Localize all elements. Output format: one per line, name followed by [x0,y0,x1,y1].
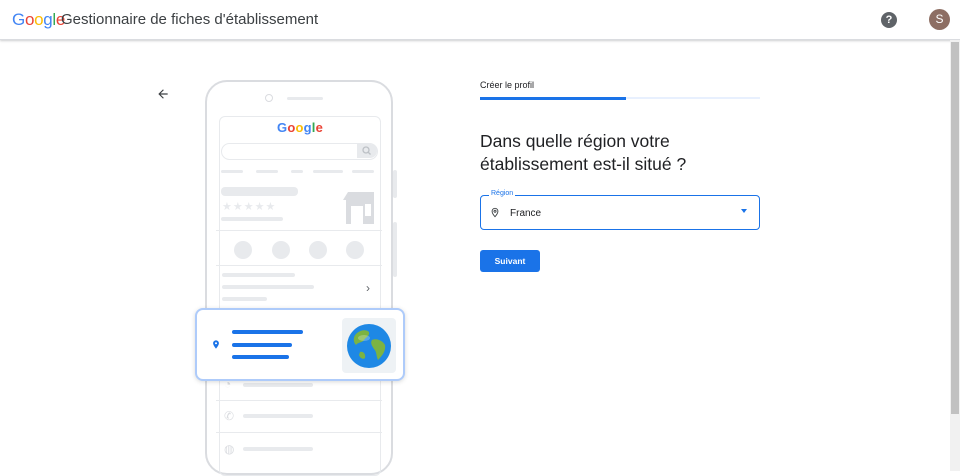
logo-letter: G [12,10,25,29]
next-button[interactable]: Suivant [480,250,540,272]
phone-search-icon [357,144,377,158]
placeholder-bar [222,297,267,301]
progress-fill [480,96,626,100]
top-app-bar: Google Gestionnaire de fiches d'établiss… [0,0,960,40]
placeholder-bar [221,187,298,196]
card-line [232,355,289,359]
chevron-right-icon: › [366,281,370,295]
help-icon[interactable]: ? [881,12,897,28]
divider [216,432,382,433]
save-icon [309,241,327,259]
divider [216,265,382,266]
phone-side-button [393,170,397,198]
rating-stars: ★★★★★ [222,201,277,213]
placeholder-bar [352,170,374,173]
phone-side-button [393,222,397,277]
phone-google-logo: Google [277,120,324,135]
phone-speaker [287,97,323,100]
region-value: France [510,208,542,219]
account-avatar[interactable]: S [929,9,950,30]
step-label: Créer le profil [480,80,535,90]
website-icon [346,241,364,259]
placeholder-bar [291,170,303,173]
placeholder-bar [243,383,313,387]
logo-letter: o [34,10,44,29]
placeholder-bar [221,170,243,173]
placeholder-bar [222,273,295,277]
phone-icon: ✆ [224,409,235,423]
globe-icon [342,318,396,373]
placeholder-bar [221,217,283,221]
region-select[interactable]: Région France [480,190,760,230]
google-logo[interactable]: Google [12,10,65,30]
logo-letter: o [24,10,35,29]
app-title: Gestionnaire de fiches d'établissement [61,11,319,28]
phone-camera [265,94,273,102]
location-pin-icon [211,338,221,356]
globe-small-icon: ◍ [224,442,235,456]
card-line [232,343,292,347]
placeholder-bar [243,414,313,418]
card-line [232,330,303,334]
location-pin-icon [490,206,500,224]
placeholder-bar [222,285,314,289]
placeholder-bar [243,447,313,451]
location-card-illustration [195,308,405,381]
directions-icon [272,241,290,259]
back-arrow-icon[interactable] [156,85,170,106]
page-question: Dans quelle région votre établissement e… [480,131,687,174]
storefront-icon [340,190,376,226]
region-label: Région [489,190,516,197]
phone-search-box [221,143,378,160]
placeholder-bar [313,170,343,173]
progress-bar [480,96,760,100]
divider [216,400,382,401]
phone-call-icon [234,241,252,259]
placeholder-bar [256,170,278,173]
dropdown-arrow-icon[interactable] [741,209,747,213]
divider [216,230,382,231]
scrollbar-thumb[interactable] [951,42,959,414]
